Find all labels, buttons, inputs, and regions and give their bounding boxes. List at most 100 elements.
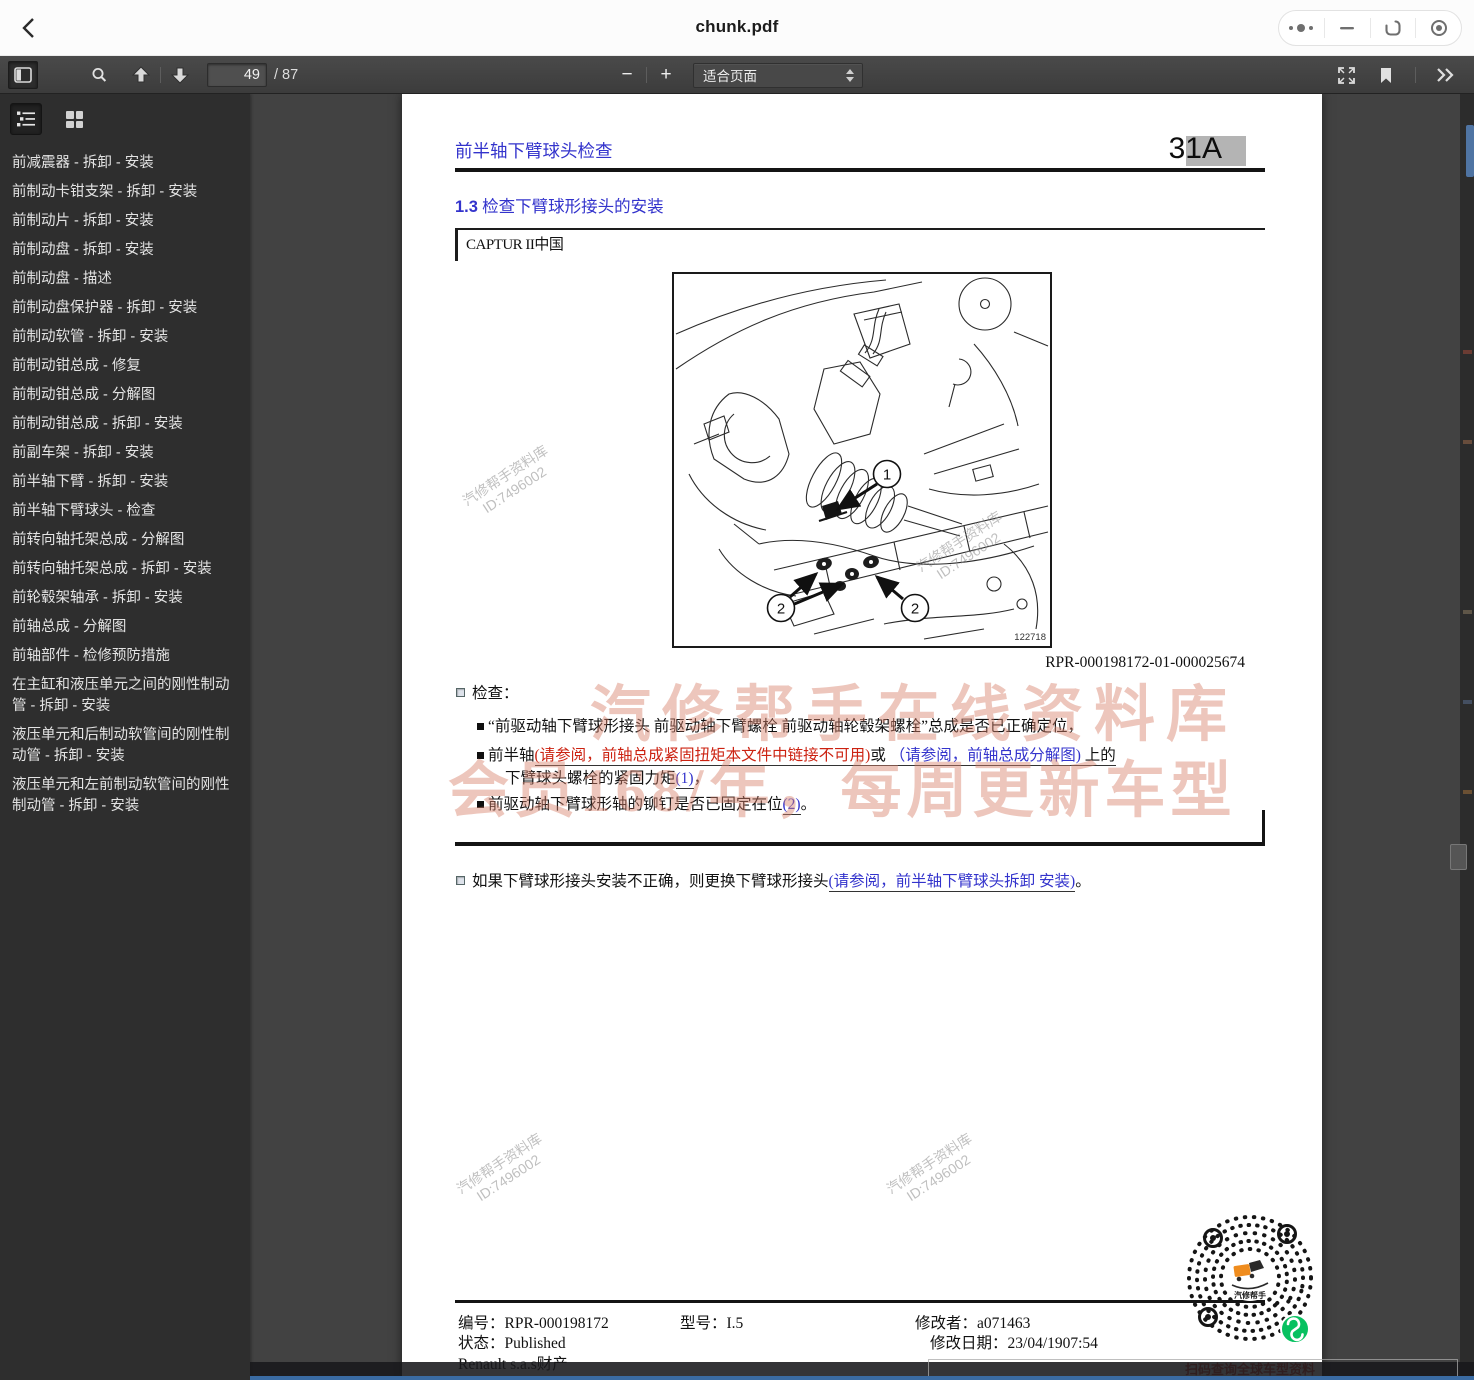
model-value: I.5 [727,1315,744,1332]
close-button[interactable] [1416,11,1461,45]
restore-button[interactable] [1371,11,1416,45]
footer-doc-number: 编号：RPR-000198172 [458,1311,609,1333]
restore-icon [1384,19,1402,37]
check-item-2-or: 或 （请参阅，前轴总成分解图) 上的 [870,747,1115,766]
double-chevron-right-icon [1435,67,1455,83]
scrollbar-thumb[interactable] [1466,125,1474,177]
outline-item[interactable]: 前转向轴托架总成 - 分解图 [0,526,250,555]
next-page-button[interactable] [165,61,195,89]
toggle-sidebar-button[interactable] [8,61,38,89]
outline-item[interactable]: 前转向轴托架总成 - 拆卸 - 安装 [0,555,250,584]
outline-item[interactable]: 前制动盘 - 描述 [0,265,250,294]
outline-item[interactable]: 前减震器 - 拆卸 - 安装 [0,149,250,178]
minimize-button[interactable] [1325,11,1370,45]
pdf-viewer-canvas: 前半轴下臂球头检查 31A 1.3 检查下臂球形接头的安装 CAPTUR II中… [250,94,1474,1380]
removal-refitting-link[interactable]: (请参阅，前半轴下臂球头拆卸 安装) [829,873,1076,892]
outline-item[interactable]: 前制动卡钳支架 - 拆卸 - 安装 [0,178,250,207]
document-title: chunk.pdf [0,17,1474,37]
outline-item[interactable]: 液压单元和后制动软管间的刚性制动管 - 拆卸 - 安装 [0,721,250,771]
outline-item[interactable]: 前轮毂架轴承 - 拆卸 - 安装 [0,584,250,613]
id-stamp: 汽修帮手资料库 ID:7496002 [858,1113,1011,1229]
wechat-mini-program-icon [1281,1315,1309,1343]
outline-item[interactable]: 前制动钳总成 - 拆卸 - 安装 [0,410,250,439]
more-menu-button[interactable] [1279,11,1324,45]
check-item-3-text: 前驱动轴下臂球形轴的铆钉是否已固定在位 [488,796,783,813]
outline-item[interactable]: 液压单元和左前制动软管间的刚性制动管 - 拆卸 - 安装 [0,771,250,821]
suspension-diagram: 1 2 2 122718 [674,274,1050,646]
more-tools-button[interactable] [1430,61,1460,89]
check-item-1: “前驱动轴下臂球形接头 前驱动轴下臂螺栓 前驱动轴轮毂架螺栓”总成是否已正确定位… [488,715,1258,738]
bookmark-button[interactable] [1371,61,1401,89]
doc-number-value: RPR-000198172 [505,1315,609,1332]
or-text: 或 [870,747,889,764]
outline-item[interactable]: 前制动盘 - 拆卸 - 安装 [0,236,250,265]
footer-date: 修改日期：23/04/1907:54 [930,1331,1098,1353]
wechat-mini-program-qr: 汽修帮手 [1175,1206,1325,1356]
content-bracket-bottom [455,842,1265,846]
content-bracket-top-tick [455,228,458,261]
scrollbar-track[interactable] [1460,94,1474,1380]
date-value: 23/04/1907:54 [1008,1335,1098,1352]
exploded-view-link[interactable]: （请参阅，前轴总成分解图) [890,747,1081,764]
page-number-input[interactable] [207,63,267,87]
check-item-3-tail: 。 [801,796,817,813]
thumbnails-view-button[interactable] [58,103,90,135]
outline-list-icon [16,110,36,128]
square-bullet-icon [456,688,465,697]
page-count-label: / 87 [274,67,298,83]
check-item-3: 前驱动轴下臂球形轴的铆钉是否已固定在位(2)。 [488,793,816,816]
watermark-line-1: 汽修帮手在线资料库 [590,664,1238,753]
editor-label: 修改者： [915,1315,977,1332]
outline-item[interactable]: 前制动片 - 拆卸 - 安装 [0,207,250,236]
logo-text: 汽修帮手 [1234,1290,1266,1300]
divider [1415,67,1416,83]
torque-link-unavailable[interactable]: (请参阅，前轴总成紧固扭矩本文件中链接不可用) [535,747,871,766]
outline-item[interactable]: 前制动盘保护器 - 拆卸 - 安装 [0,294,250,323]
subsection-heading: 1.3 检查下臂球形接头的安装 [455,193,664,217]
outline-view-button[interactable] [10,103,42,135]
status-value: Published [505,1335,566,1352]
check-item-2-post: 上的 [1081,747,1116,764]
outline-item[interactable]: 前制动钳总成 - 分解图 [0,381,250,410]
subsection-title: 检查下臂球形接头的安装 [482,197,664,216]
scrollbar-handle[interactable] [1450,844,1467,870]
id-stamp: 汽修帮手资料库 ID:7496002 [434,425,587,541]
zoom-in-button[interactable]: + [651,64,681,86]
outline-item[interactable]: 前半轴下臂 - 拆卸 - 安装 [0,468,250,497]
figure-reference-id: RPR-000198172-01-000025674 [1045,651,1245,674]
outline-item[interactable]: 前制动钳总成 - 修复 [0,352,250,381]
figure-number: 122718 [1014,632,1046,643]
circle-dot-icon [1430,19,1448,37]
figure-callout-2: 2 [777,601,785,618]
outline-sidebar: 前减震器 - 拆卸 - 安装 前制动卡钳支架 - 拆卸 - 安装 前制动片 - … [0,94,250,1380]
outline-item[interactable]: 前半轴下臂球头 - 检查 [0,497,250,526]
footer-editor: 修改者：a071463 [915,1311,1030,1333]
stamp-name: 汽修帮手资料库 [858,1113,1001,1214]
outline-item[interactable]: 前轴部件 - 检修预防措施 [0,642,250,671]
check-label: 检查： [472,682,519,705]
arrow-up-icon [131,66,151,84]
previous-page-button[interactable] [126,61,156,89]
page-heading: 前半轴下臂球头检查 [455,138,613,163]
window-titlebar: chunk.pdf [0,0,1474,56]
callout-1-link[interactable]: (1) [676,770,694,789]
select-arrows-icon [837,69,854,82]
zoom-level-select[interactable]: 适合页面 [693,63,863,88]
sidebar-icon [14,67,32,83]
outline-item[interactable]: 在主缸和液压单元之间的刚性制动管 - 拆卸 - 安装 [0,671,250,721]
search-button[interactable] [84,61,114,89]
stamp-name: 汽修帮手资料库 [428,1113,571,1214]
fullscreen-button[interactable] [1331,61,1361,89]
stamp-name: 汽修帮手资料库 [434,425,577,526]
note-tail: 。 [1075,873,1091,890]
check-item-2-pre: 前半轴 [488,747,535,764]
callout-2-link[interactable]: (2) [783,796,801,815]
id-stamp: 汽修帮手资料库 ID:7496002 [428,1113,581,1229]
outline-item[interactable]: 前副车架 - 拆卸 - 安装 [0,439,250,468]
outline-item[interactable]: 前制动软管 - 拆卸 - 安装 [0,323,250,352]
zoom-out-button[interactable]: − [612,64,642,86]
square-bullet-icon [477,801,484,808]
outline-item[interactable]: 前轴总成 - 分解图 [0,613,250,642]
stamp-id: ID:7496002 [437,1127,580,1228]
note-text: 如果下臂球形接头安装不正确，则更换下臂球形接头 [472,873,829,890]
